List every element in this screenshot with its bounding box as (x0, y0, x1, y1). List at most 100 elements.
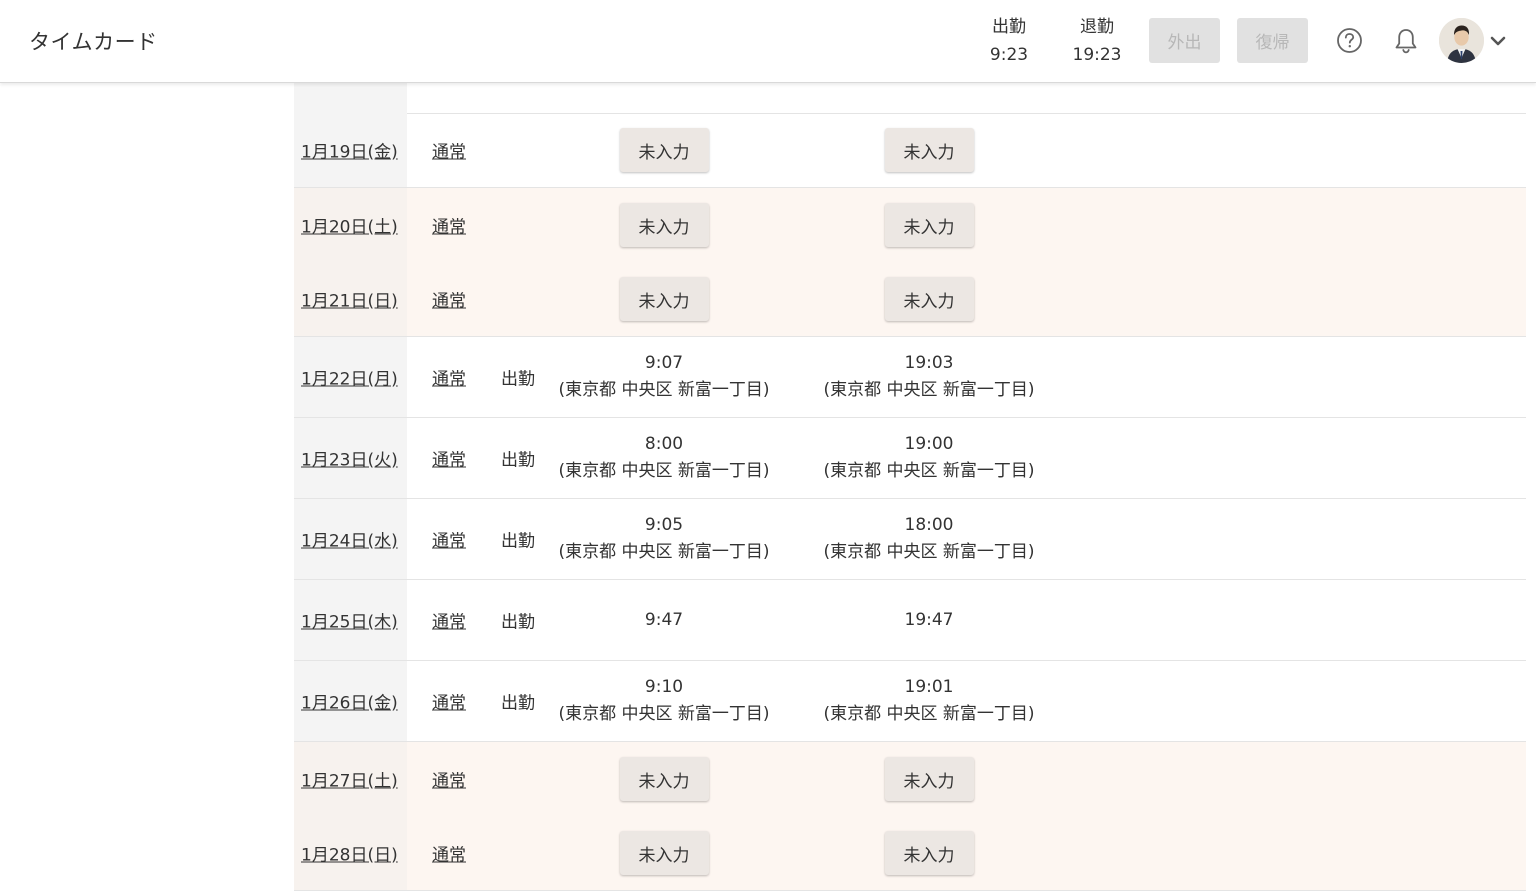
clock-out-unentered-button[interactable]: 未入力 (884, 277, 974, 321)
date-link[interactable]: 1月26日(金) (301, 689, 398, 714)
table-row: 1月24日(水) 通常 出勤 9:05 (東京都 中央区 新富一丁目) 18:00 (東京都… (294, 499, 1526, 580)
clock-in-cell: 未入力 (514, 262, 814, 336)
table-row: 1月27日(土) 通常 未入力 未入力 (294, 742, 1526, 817)
clock-out-cell: 未入力 (779, 113, 1079, 187)
work-type-link[interactable]: 通常 (432, 608, 466, 633)
table-row: 1月23日(火) 通常 出勤 8:00 (東京都 中央区 新富一丁目) 19:00 (東京都… (294, 418, 1526, 499)
clock-out-cell: 19:03 (東京都 中央区 新富一丁目) (779, 337, 1079, 417)
date-link[interactable]: 1月28日(日) (301, 841, 398, 866)
clock-in-cell: 8:00 (東京都 中央区 新富一丁目) (514, 418, 814, 498)
date-cell: 1月20日(土) (294, 188, 407, 262)
bell-icon[interactable] (1393, 27, 1419, 59)
clock-in-cell: 未入力 (514, 816, 814, 890)
clock-out-cell: 未入力 (779, 816, 1079, 890)
page-title: タイムカード (29, 30, 158, 54)
date-cell: 1月22日(月) (294, 337, 407, 417)
clock-in-label: 出勤 (992, 17, 1026, 37)
chevron-down-icon[interactable] (1490, 33, 1506, 52)
clock-in-cell: 9:47 (514, 580, 814, 660)
clock-out-unentered-button[interactable]: 未入力 (884, 203, 974, 247)
clock-in-time: 8:00 (644, 434, 684, 454)
clock-in-cell: 未入力 (514, 188, 814, 262)
clock-in-cell: 9:10 (東京都 中央区 新富一丁目) (514, 661, 814, 741)
clock-out-cell: 19:00 (東京都 中央区 新富一丁目) (779, 418, 1079, 498)
work-type-link[interactable]: 通常 (432, 365, 466, 390)
work-type-link[interactable]: 通常 (432, 689, 466, 714)
table-row: 1月28日(日) 通常 未入力 未入力 (294, 816, 1526, 891)
table-row: 1月20日(土) 通常 未入力 未入力 (294, 188, 1526, 263)
clock-in-unentered-button[interactable]: 未入力 (619, 757, 709, 801)
avatar[interactable] (1439, 18, 1484, 63)
date-cell: 1月26日(金) (294, 661, 407, 741)
clock-out-time: 19:01 (904, 677, 954, 697)
clock-in-time: 9:07 (644, 353, 684, 373)
clock-in-unentered-button[interactable]: 未入力 (619, 203, 709, 247)
clock-out-unentered-button[interactable]: 未入力 (884, 757, 974, 801)
clock-out-summary: 退勤 19:23 (1057, 14, 1137, 70)
date-link[interactable]: 1月27日(土) (301, 767, 398, 792)
clock-in-unentered-button[interactable]: 未入力 (619, 128, 709, 172)
clock-out-cell: 未入力 (779, 742, 1079, 816)
clock-out-label: 退勤 (1080, 17, 1114, 37)
date-link[interactable]: 1月22日(月) (301, 365, 398, 390)
clock-in-summary: 出勤 9:23 (969, 14, 1049, 70)
clock-in-cell: 9:05 (東京都 中央区 新富一丁目) (514, 499, 814, 579)
clock-out-time: 19:03 (904, 353, 954, 373)
clock-in-unentered-button[interactable]: 未入力 (619, 831, 709, 875)
clock-out-unentered-button[interactable]: 未入力 (884, 128, 974, 172)
clock-in-time: 9:23 (989, 45, 1029, 65)
table-row: 1月19日(金) 通常 未入力 未入力 (294, 113, 1526, 188)
clock-out-time: 19:23 (1072, 45, 1122, 65)
help-circle-icon[interactable] (1336, 27, 1363, 58)
date-cell: 1月19日(金) (294, 113, 407, 187)
clock-in-cell: 未入力 (514, 742, 814, 816)
clock-out-cell: 未入力 (779, 188, 1079, 262)
clock-in-cell: 9:07 (東京都 中央区 新富一丁目) (514, 337, 814, 417)
work-type-link[interactable]: 通常 (432, 841, 466, 866)
clock-in-time: 9:47 (644, 609, 684, 630)
clock-out-time: 19:47 (904, 609, 954, 630)
date-link[interactable]: 1月25日(木) (301, 608, 398, 633)
clock-out-cell: 18:00 (東京都 中央区 新富一丁目) (779, 499, 1079, 579)
date-cell: 1月27日(土) (294, 742, 407, 816)
return-button[interactable]: 復帰 (1237, 18, 1308, 63)
clock-out-location: (東京都 中央区 新富一丁目) (823, 704, 1035, 724)
work-type-link[interactable]: 通常 (432, 213, 466, 238)
clock-in-time: 9:10 (644, 677, 684, 697)
work-type-link[interactable]: 通常 (432, 138, 466, 163)
table-row: 1月26日(金) 通常 出勤 9:10 (東京都 中央区 新富一丁目) 19:01 (東京都… (294, 661, 1526, 742)
clock-out-location: (東京都 中央区 新富一丁目) (823, 380, 1035, 400)
clock-out-location: (東京都 中央区 新富一丁目) (823, 461, 1035, 481)
clock-in-unentered-button[interactable]: 未入力 (619, 277, 709, 321)
clock-in-location: (東京都 中央区 新富一丁目) (558, 380, 770, 400)
date-link[interactable]: 1月21日(日) (301, 287, 398, 312)
clock-out-location: (東京都 中央区 新富一丁目) (823, 542, 1035, 562)
date-link[interactable]: 1月23日(火) (301, 446, 398, 471)
clock-out-unentered-button[interactable]: 未入力 (884, 831, 974, 875)
date-cell: 1月23日(火) (294, 418, 407, 498)
clock-out-cell: 19:47 (779, 580, 1079, 660)
clock-out-time: 19:00 (904, 434, 954, 454)
clock-out-cell: 19:01 (東京都 中央区 新富一丁目) (779, 661, 1079, 741)
work-type-link[interactable]: 通常 (432, 446, 466, 471)
date-link[interactable]: 1月19日(金) (301, 138, 398, 163)
table-row: 1月22日(月) 通常 出勤 9:07 (東京都 中央区 新富一丁目) 19:03 (東京都… (294, 337, 1526, 418)
work-type-link[interactable]: 通常 (432, 767, 466, 792)
date-cell: 1月28日(日) (294, 816, 407, 890)
work-type-link[interactable]: 通常 (432, 287, 466, 312)
clock-in-time: 9:05 (644, 515, 684, 535)
work-type-link[interactable]: 通常 (432, 527, 466, 552)
date-cell: 1月21日(日) (294, 262, 407, 336)
clock-out-cell: 未入力 (779, 262, 1079, 336)
date-link[interactable]: 1月24日(水) (301, 527, 398, 552)
clock-in-cell: 未入力 (514, 113, 814, 187)
date-cell: 1月25日(木) (294, 580, 407, 660)
date-link[interactable]: 1月20日(土) (301, 213, 398, 238)
date-cell: 1月24日(水) (294, 499, 407, 579)
table-row-partial (294, 82, 1526, 114)
table-row: 1月21日(日) 通常 未入力 未入力 (294, 262, 1526, 337)
go-out-button[interactable]: 外出 (1149, 18, 1220, 63)
top-header: タイムカード 出勤 9:23 退勤 19:23 外出 復帰 (0, 0, 1536, 83)
table-row: 1月25日(木) 通常 出勤 9:47 19:47 (294, 580, 1526, 661)
clock-in-location: (東京都 中央区 新富一丁目) (558, 704, 770, 724)
